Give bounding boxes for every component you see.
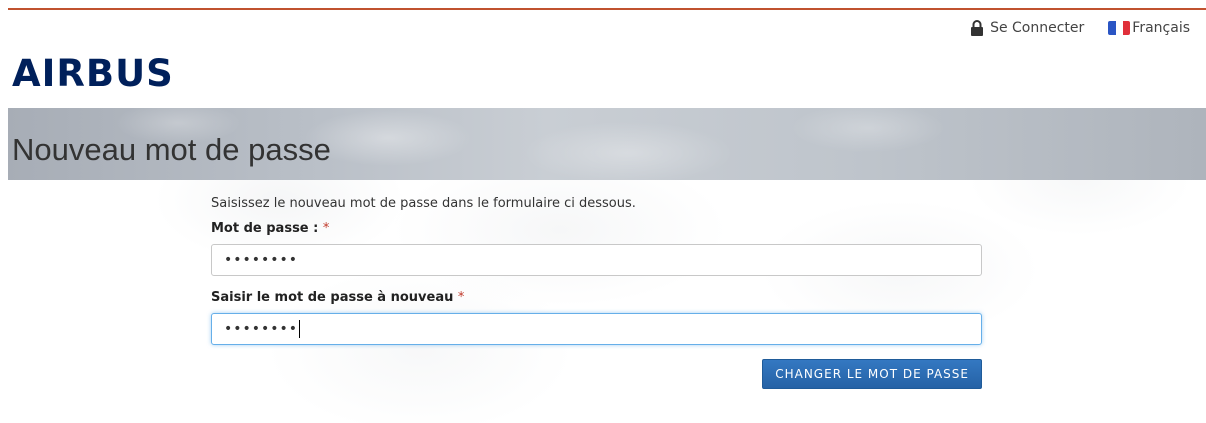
password-label-text: Mot de passe : — [211, 221, 319, 236]
form-intro: Saisissez le nouveau mot de passe dans l… — [211, 196, 636, 211]
page-title: Nouveau mot de passe — [12, 132, 331, 167]
text-cursor — [299, 320, 301, 338]
page-banner: Nouveau mot de passe — [8, 108, 1206, 180]
language-selector[interactable]: Français — [1108, 20, 1190, 36]
login-label: Se Connecter — [990, 20, 1085, 36]
confirm-label-text: Saisir le mot de passe à nouveau — [211, 290, 454, 305]
form-actions: CHANGER LE MOT DE PASSE — [211, 359, 982, 389]
french-flag-icon — [1108, 21, 1131, 35]
required-mark: * — [457, 290, 465, 305]
login-link[interactable]: Se Connecter — [970, 20, 1084, 36]
change-password-button[interactable]: CHANGER LE MOT DE PASSE — [762, 359, 982, 389]
airbus-logo[interactable]: AIRBUS — [12, 52, 174, 95]
confirm-password-label: Saisir le mot de passe à nouveau * — [211, 290, 982, 305]
lock-icon — [970, 20, 984, 36]
password-value: •••••••• — [224, 252, 299, 268]
new-password-form: Saisissez le nouveau mot de passe dans l… — [211, 196, 982, 389]
top-bar: Se Connecter Français — [970, 16, 1190, 40]
required-mark: * — [322, 221, 330, 236]
confirm-password-value: •••••••• — [224, 321, 299, 337]
language-label: Français — [1132, 20, 1190, 36]
password-input[interactable]: •••••••• — [211, 244, 982, 276]
confirm-password-input[interactable]: •••••••• — [211, 313, 982, 345]
password-label: Mot de passe : * — [211, 221, 982, 236]
